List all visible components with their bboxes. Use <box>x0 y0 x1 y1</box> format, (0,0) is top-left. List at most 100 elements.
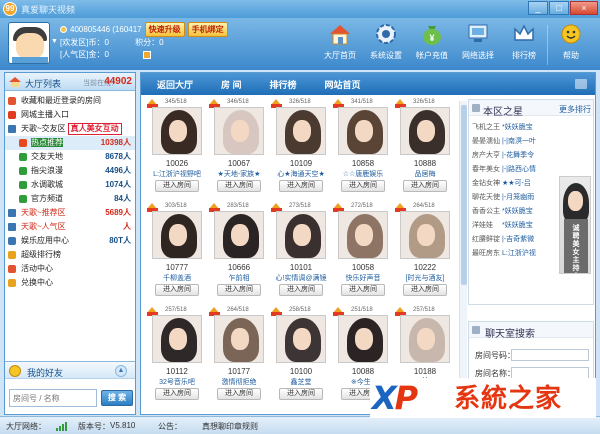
room-name[interactable]: 鑫芝堂 <box>271 377 331 387</box>
lobby-item[interactable]: 交友天地 8678人 <box>5 150 135 164</box>
star-row[interactable]: 飞机之王 *妖妖脆宝 <box>472 122 558 136</box>
nav-ranking[interactable]: 排行榜 <box>270 78 297 91</box>
room-card[interactable]: 326/518 10888 品居梅 进入房间 <box>395 99 455 195</box>
room-name[interactable]: 品居梅 <box>395 169 455 179</box>
nav-back-lobby[interactable]: 返回大厅 <box>157 78 193 91</box>
star-row[interactable]: 晏晏濡仙 |-|南溟一叶 <box>472 136 558 150</box>
host-photo[interactable] <box>400 211 450 259</box>
room-name[interactable]: ☆☆唐鹿娱乐 <box>333 169 393 179</box>
enter-room-button[interactable]: 进入房间 <box>279 388 323 400</box>
star-row[interactable]: 洋娃娃 *妖妖脆宝 <box>472 220 558 234</box>
host-photo[interactable] <box>214 107 264 155</box>
enter-room-button[interactable]: 进入房间 <box>403 284 447 296</box>
enter-room-button[interactable]: 进入房间 <box>341 180 385 192</box>
star-name[interactable]: |-|路西心情 <box>502 164 536 178</box>
host-photo[interactable] <box>338 211 388 259</box>
lobby-item[interactable]: 官方频道 84人 <box>5 192 135 206</box>
enter-room-button[interactable]: 进入房间 <box>217 388 261 400</box>
host-photo[interactable] <box>400 315 450 363</box>
enter-room-button[interactable]: 进入房间 <box>279 284 323 296</box>
room-card[interactable]: 258/518 10100 鑫芝堂 进入房间 <box>271 307 331 403</box>
friends-header[interactable]: 我的好友 ▲ <box>5 361 135 379</box>
room-card[interactable]: 257/518 10112 32号音乐吧 进入房间 <box>147 307 207 403</box>
host-photo[interactable] <box>276 211 326 259</box>
lobby-item[interactable]: 天歌~交友区 真人美女互动 <box>5 122 135 136</box>
tool-settings[interactable]: 系统设置 <box>363 21 409 65</box>
online-status-icon[interactable] <box>60 26 67 33</box>
lobby-item[interactable]: 天歌~推荐区 5689人 <box>5 206 135 220</box>
host-photo[interactable] <box>152 211 202 259</box>
tool-network[interactable]: 网络选择 <box>455 21 501 65</box>
room-name[interactable]: 心!实情调@满镜 <box>271 273 331 283</box>
scrollbar-thumb[interactable] <box>461 105 467 285</box>
room-name[interactable]: 快乐好声音 <box>333 273 393 283</box>
room-card[interactable]: 303/518 10777 千柳盖酒 进入房间 <box>147 203 207 299</box>
host-photo[interactable] <box>338 107 388 155</box>
star-row[interactable]: 金钻女神 ★★可-吕 <box>472 178 558 192</box>
star-row[interactable]: 房产大亨 |-花舞季令 <box>472 150 558 164</box>
star-row[interactable]: 香香公主 *妖妖脆宝 <box>472 206 558 220</box>
lobby-item[interactable]: 网城主播入口 <box>5 108 135 122</box>
enter-room-button[interactable]: 进入房间 <box>403 180 447 192</box>
host-photo[interactable] <box>152 315 202 363</box>
room-name[interactable]: L:江浙沪视野吧 <box>147 169 207 179</box>
notice-text[interactable]: 真想聊印章规则 <box>202 421 258 432</box>
star-row[interactable]: 聊花天使 |-月笼幽雨 <box>472 192 558 206</box>
enter-room-button[interactable]: 进入房间 <box>155 388 199 400</box>
star-name[interactable]: |-吉奇紫微 <box>502 234 534 248</box>
room-name[interactable]: 千柳盖酒 <box>147 273 207 283</box>
avatar-menu-icon[interactable]: ▼ <box>51 38 58 45</box>
enter-room-button[interactable]: 进入房间 <box>155 180 199 192</box>
room-scrollbar[interactable] <box>459 101 467 409</box>
lobby-item[interactable]: 水调歌城 1074人 <box>5 178 135 192</box>
star-name[interactable]: ★★可-吕 <box>502 178 531 192</box>
host-photo[interactable] <box>400 107 450 155</box>
host-photo[interactable] <box>276 107 326 155</box>
nav-menu-icon[interactable] <box>575 79 587 89</box>
close-button[interactable]: × <box>570 1 598 15</box>
room-search-button[interactable]: 搜 索 <box>101 390 133 406</box>
tool-recharge[interactable]: ¥ 帐户充值 <box>409 21 455 65</box>
avatar[interactable] <box>8 22 50 64</box>
lobby-item[interactable]: 兑换中心 <box>5 276 135 290</box>
lobby-item[interactable]: 指尖浪漫 4496人 <box>5 164 135 178</box>
room-card[interactable]: 326/518 10109 心★海通天空★ 进入房间 <box>271 99 331 195</box>
host-photo[interactable] <box>276 315 326 363</box>
tool-ranking[interactable]: 排行榜 <box>501 21 547 65</box>
room-name[interactable]: [时光与酒友] <box>395 273 455 283</box>
room-card[interactable]: 273/518 10101 心!实情调@满镜 进入房间 <box>271 203 331 299</box>
room-number-field[interactable] <box>511 349 589 361</box>
star-row[interactable]: 最旺房东 L:江浙沪视 <box>472 248 558 262</box>
host-recruit-poster[interactable]: 诚聘美女主持人 <box>559 176 591 274</box>
room-card[interactable]: 264/518 10177 激情彻拒绝 进入房间 <box>209 307 269 403</box>
enter-room-button[interactable]: 进入房间 <box>341 284 385 296</box>
star-name[interactable]: *妖妖脆宝 <box>502 122 533 136</box>
host-photo[interactable] <box>338 315 388 363</box>
star-row[interactable]: 春年美女 |-|路西心情 <box>472 164 558 178</box>
room-card[interactable]: 345/518 10026 L:江浙沪视野吧 进入房间 <box>147 99 207 195</box>
room-card[interactable]: 346/518 10067 ★天地-家族★ 进入房间 <box>209 99 269 195</box>
lobby-item[interactable]: 娱乐应用中心 80T人 <box>5 234 135 248</box>
enter-room-button[interactable]: 进入房间 <box>155 284 199 296</box>
room-card[interactable]: 264/518 10222 [时光与酒友] 进入房间 <box>395 203 455 299</box>
gift-icon[interactable] <box>143 50 152 59</box>
lobby-item[interactable]: 热点推荐 10398人 <box>5 136 135 150</box>
star-name[interactable]: *妖妖脆宝 <box>502 220 533 234</box>
tool-lobby-home[interactable]: 大厅首页 <box>317 21 363 65</box>
star-name[interactable]: |-月笼幽雨 <box>502 192 534 206</box>
room-name[interactable]: 乍前相 <box>209 273 269 283</box>
room-name[interactable]: 激情彻拒绝 <box>209 377 269 387</box>
room-search-input[interactable] <box>9 389 97 407</box>
room-name[interactable]: 32号音乐吧 <box>147 377 207 387</box>
host-photo[interactable] <box>214 315 264 363</box>
upgrade-button[interactable]: 快速升级 <box>144 22 185 37</box>
collapse-icon[interactable]: ▲ <box>115 365 127 377</box>
star-name[interactable]: |-|南溟一叶 <box>502 136 536 150</box>
lobby-item[interactable]: 收藏和最近登录的房间 <box>5 94 135 108</box>
host-photo[interactable] <box>152 107 202 155</box>
room-name[interactable]: 心★海通天空★ <box>271 169 331 179</box>
phone-bind-button[interactable]: 手机绑定 <box>187 22 228 37</box>
host-photo[interactable] <box>214 211 264 259</box>
lobby-item[interactable]: 超级排行榜 <box>5 248 135 262</box>
room-name[interactable]: ★天地-家族★ <box>209 169 269 179</box>
